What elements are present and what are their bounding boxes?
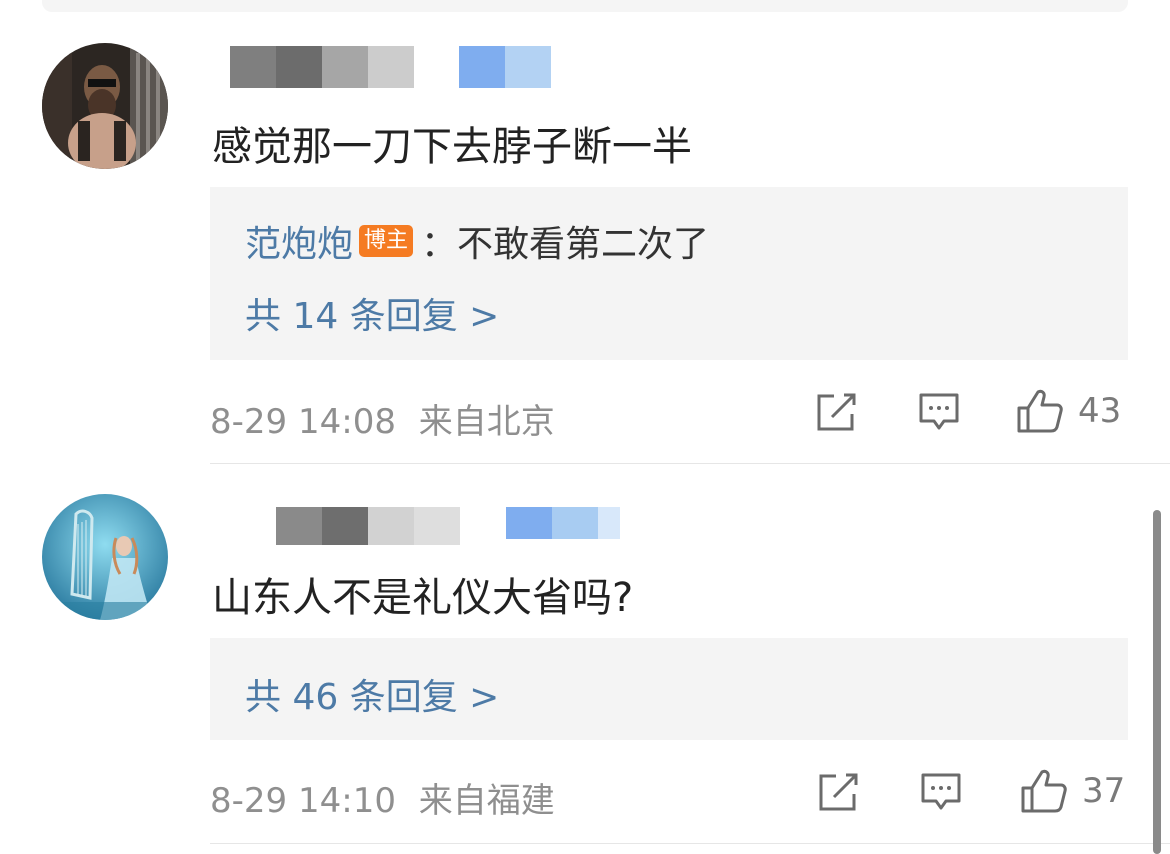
avatar[interactable] (42, 494, 168, 620)
thumbs-up-icon (1017, 389, 1063, 433)
like-button[interactable]: 37 (1020, 768, 1125, 814)
avatar-image (42, 494, 168, 620)
reply-text: ：不敢看第二次了 (421, 224, 710, 265)
reply-preview-box[interactable]: 共 46 条回复 > (210, 638, 1128, 740)
previous-comment-reply-box (42, 0, 1128, 12)
comment-meta: 8-29 14:08 来自北京 (210, 394, 555, 443)
location: 来自福建 (418, 781, 555, 821)
view-replies-link[interactable]: 共 46 条回复 > (245, 668, 499, 720)
avatar[interactable] (42, 43, 168, 169)
comment-divider (210, 843, 1170, 844)
like-count: 37 (1082, 771, 1126, 811)
view-replies-link[interactable]: 共 14 条回复 > (245, 287, 499, 339)
user-badge-redacted (506, 507, 620, 539)
reply-author[interactable]: 范炮炮 (245, 215, 353, 267)
like-count: 43 (1078, 391, 1122, 431)
username-redacted[interactable] (276, 507, 460, 545)
share-icon (819, 773, 858, 811)
timestamp: 8-29 14:08 (210, 402, 396, 442)
comment-icon (919, 393, 959, 430)
comment-divider (210, 463, 1170, 464)
author-badge: 博主 (359, 225, 414, 257)
share-button[interactable] (816, 392, 858, 432)
comment-text: 感觉那一刀下去脖子断一半 (212, 124, 692, 170)
avatar-image (42, 43, 168, 169)
username-redacted[interactable] (230, 46, 414, 88)
timestamp: 8-29 14:10 (210, 781, 396, 821)
thumbs-up-icon (1021, 769, 1067, 813)
comment-text: 山东人不是礼仪大省吗? (212, 575, 634, 621)
share-button[interactable] (818, 772, 860, 812)
comment-button[interactable] (920, 772, 962, 812)
comment-meta: 8-29 14:10 来自福建 (210, 773, 555, 822)
comment-button[interactable] (918, 392, 960, 432)
share-icon (817, 393, 856, 431)
reply-preview-box[interactable]: 范炮炮 博主 ：不敢看第二次了 共 14 条回复 > (210, 187, 1128, 360)
location: 来自北京 (418, 402, 555, 442)
comment-icon (921, 773, 961, 810)
user-badge-redacted (459, 46, 551, 88)
reply-preview-line: 范炮炮 博主 ：不敢看第二次了 (245, 215, 709, 267)
like-button[interactable]: 43 (1016, 388, 1121, 434)
scrollbar[interactable] (1153, 510, 1161, 854)
